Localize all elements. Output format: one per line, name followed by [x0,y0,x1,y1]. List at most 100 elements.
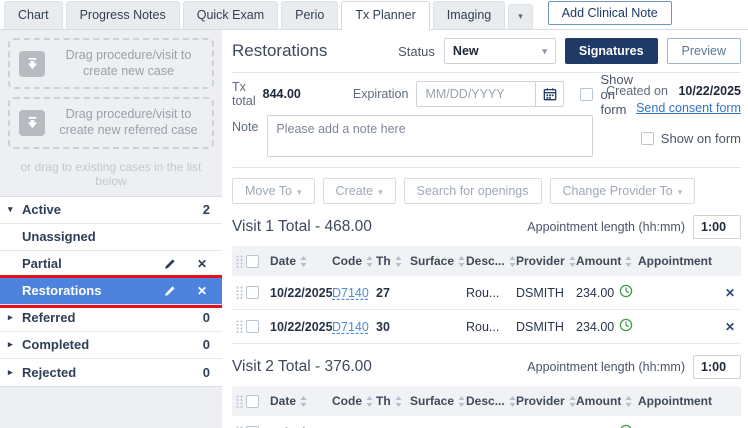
signatures-button[interactable]: Signatures [565,38,658,64]
time-clock-icon [619,284,633,301]
case-item-partial[interactable]: Partial ✕ [0,251,222,278]
edit-pencil-icon[interactable] [162,283,178,299]
search-for-openings-button[interactable]: Search for openings [404,178,542,204]
cell-provider: DSMITH [516,320,576,334]
drag-handle-icon[interactable] [232,286,246,299]
case-header: Restorations Status New ▾ Signatures Pre… [232,34,741,68]
column-header-date[interactable]: Date [270,254,332,268]
visit-2-appointment-length-input[interactable] [693,355,741,379]
column-header-code[interactable]: Code [332,394,376,408]
row-checkbox[interactable] [246,320,259,333]
created-on-label: Created on [606,84,668,98]
case-group-completed[interactable]: ▸ Completed 0 [0,332,222,359]
create-button[interactable]: Create▾ [323,178,396,204]
remove-procedure-icon[interactable]: ✕ [719,320,741,334]
drag-handle-icon [232,255,246,268]
cell-amount: 234.00 [576,320,614,334]
sort-icon [300,256,307,267]
tab-imaging[interactable]: Imaging [433,1,505,29]
sort-icon [625,256,632,267]
expiration-input[interactable] [417,82,535,106]
change-provider-button[interactable]: Change Provider To▾ [550,178,696,204]
column-header-code[interactable]: Code [332,254,376,268]
expiration-field-group [416,81,564,107]
delete-case-icon[interactable]: ✕ [194,256,210,272]
caret-right-icon[interactable]: ▸ [8,367,22,378]
dropzone-new-referred-case[interactable]: Drag procedure/visit to create new refer… [8,97,214,148]
case-list: ▾ Active 2 Unassigned Partial ✕ Restorat… [0,196,222,387]
column-header-provider[interactable]: Provider [516,254,576,268]
status-value: New [453,44,479,58]
procedure-row[interactable]: 10/22/2025 D7140 30 Rou... DSMITH 234.00… [232,310,741,344]
procedure-code-link[interactable]: D7140 [332,320,369,334]
add-clinical-note-button[interactable]: Add Clinical Note [548,1,672,25]
cell-description: Rou... [466,320,516,334]
tab-tx-planner[interactable]: Tx Planner [341,1,429,30]
procedure-code-link[interactable]: D7140 [332,286,369,300]
case-group-count: 2 [203,202,210,217]
column-header-surface[interactable]: Surface [410,394,466,408]
procedure-row[interactable]: 10/22/2025 D7140 27 Rou... DSMITH 234.00… [232,276,741,310]
sort-icon [395,256,402,267]
column-header-th[interactable]: Th [376,254,410,268]
column-header-amount[interactable]: Amount [576,394,638,408]
move-to-button[interactable]: Move To▾ [232,178,315,204]
caret-right-icon[interactable]: ▸ [8,312,22,323]
tab-overflow-button[interactable]: ▾ [508,4,533,29]
select-all-checkbox[interactable] [246,255,259,268]
procedure-row[interactable]: 10/22/2025 D2391 15 D Pos... DSMITH 188.… [232,416,741,428]
column-header-provider[interactable]: Provider [516,394,576,408]
expiration-label: Expiration [353,87,409,101]
case-item-label: Unassigned [22,229,210,244]
case-group-rejected[interactable]: ▸ Rejected 0 [0,359,222,386]
dropzone-new-case-label: Drag procedure/visit to create new case [54,48,203,79]
sort-icon [366,396,373,407]
header-divider [232,72,741,73]
case-group-referred[interactable]: ▸ Referred 0 [0,305,222,332]
show-on-form-checkbox[interactable] [580,88,593,101]
case-group-label: Active [22,202,203,217]
sort-icon [366,256,373,267]
case-item-restorations-selected[interactable]: Restorations ✕ [0,278,222,305]
remove-procedure-icon[interactable]: ✕ [719,286,741,300]
column-header-desc[interactable]: Desc... [466,394,516,408]
note-input[interactable] [267,115,593,157]
caret-down-icon[interactable]: ▾ [8,204,22,215]
column-header-date[interactable]: Date [270,394,332,408]
sort-icon [569,396,576,407]
column-header-surface[interactable]: Surface [410,254,466,268]
visit-2-header: Visit 2 Total - 376.00 Appointment lengt… [232,355,741,379]
column-header-desc[interactable]: Desc... [466,254,516,268]
show-on-form-checkbox-2[interactable] [641,132,654,145]
case-group-active[interactable]: ▾ Active 2 [0,197,222,224]
cell-tooth: 30 [376,320,410,334]
sort-icon [395,396,402,407]
drag-drop-arrow-icon [19,110,45,136]
tab-quick-exam[interactable]: Quick Exam [183,1,278,29]
case-group-count: 0 [203,365,210,380]
visit-1-appointment-length-input[interactable] [693,215,741,239]
row-checkbox[interactable] [246,286,259,299]
column-header-th[interactable]: Th [376,394,410,408]
column-header-amount[interactable]: Amount [576,254,638,268]
visit-1-header: Visit 1 Total - 468.00 Appointment lengt… [232,215,741,239]
case-group-label: Completed [22,337,203,352]
calendar-icon[interactable] [535,82,563,106]
delete-case-icon[interactable]: ✕ [194,283,210,299]
tab-perio[interactable]: Perio [281,1,338,29]
dropzone-new-case[interactable]: Drag procedure/visit to create new case [8,38,214,89]
status-dropdown[interactable]: New ▾ [444,38,556,64]
tab-progress-notes[interactable]: Progress Notes [66,1,180,29]
preview-button[interactable]: Preview [667,38,741,64]
case-item-unassigned[interactable]: Unassigned [0,224,222,251]
cell-description: Rou... [466,286,516,300]
edit-pencil-icon[interactable] [162,256,178,272]
appointment-length-label: Appointment length (hh:mm) [527,220,685,234]
cell-date: 10/22/2025 [270,320,332,334]
select-all-checkbox[interactable] [246,395,259,408]
case-group-count: 0 [203,310,210,325]
drag-handle-icon[interactable] [232,320,246,333]
tab-chart[interactable]: Chart [4,1,63,29]
send-consent-form-link[interactable]: Send consent form [636,101,741,115]
caret-right-icon[interactable]: ▸ [8,339,22,350]
